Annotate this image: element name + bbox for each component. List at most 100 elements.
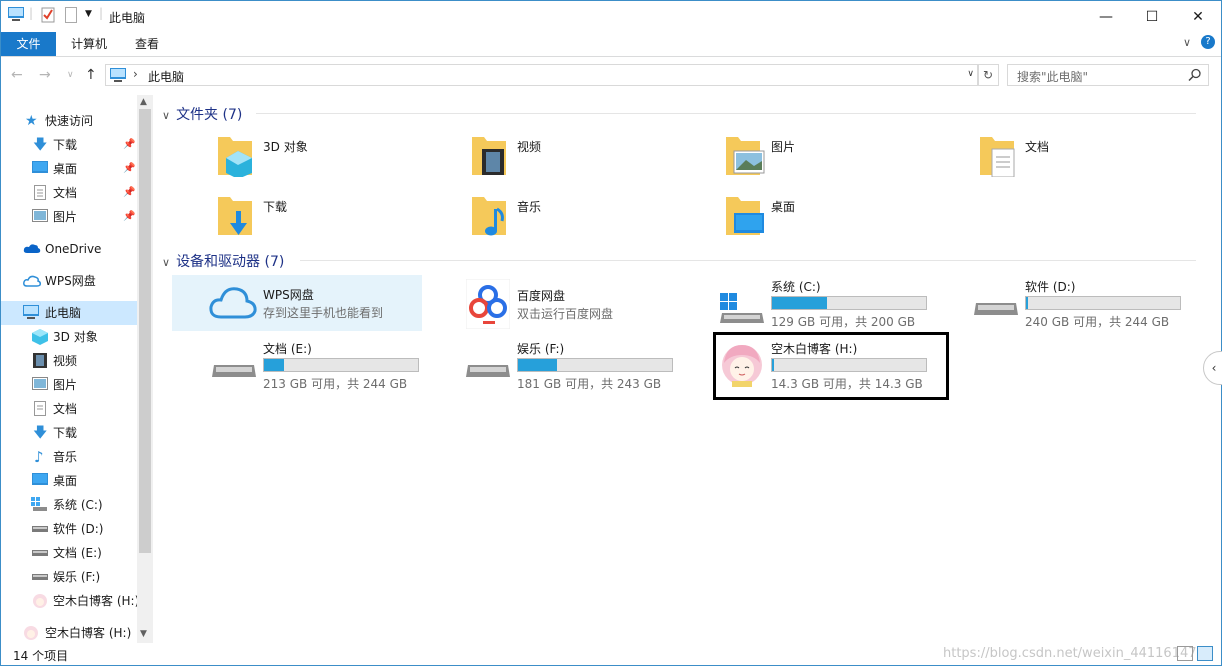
refresh-button[interactable]: ↻ xyxy=(977,64,999,86)
nav-pc-documents-label: 文档 xyxy=(53,402,78,416)
drive-h-tile[interactable]: 空木白博客 (H:) 14.3 GB 可用，共 14.3 GB xyxy=(718,337,948,393)
drives-group-header[interactable]: ∨ 设备和驱动器 (7) xyxy=(162,251,284,271)
wps-drive-tile[interactable]: WPS网盘 存到这里手机也能看到 xyxy=(172,275,422,331)
nav-quick-documents[interactable]: 文档 📌 xyxy=(1,181,137,205)
nav-this-pc[interactable]: 此电脑 xyxy=(1,301,137,325)
back-arrow-icon[interactable]: ← xyxy=(11,67,23,83)
nav-pc-downloads[interactable]: 🡇 下载 xyxy=(1,421,137,445)
folder-videos[interactable]: 视频 xyxy=(470,133,710,179)
folder-desktop[interactable]: 桌面 xyxy=(724,193,964,239)
folder-downloads[interactable]: 下载 xyxy=(216,193,456,239)
drive-e-usage-bar xyxy=(263,358,419,372)
drive-c-tile[interactable]: 系统 (C:) 129 GB 可用，共 200 GB xyxy=(718,275,958,331)
chevron-down-icon[interactable]: ∨ xyxy=(162,109,170,122)
nav-pc-3d-objects-label: 3D 对象 xyxy=(53,330,98,344)
up-arrow-icon[interactable]: ↑ xyxy=(85,67,97,83)
breadcrumb-this-pc[interactable]: 此电脑 xyxy=(148,68,184,85)
nav-wps-label: WPS网盘 xyxy=(45,274,96,288)
nav-pc-drive-f[interactable]: 娱乐 (F:) xyxy=(1,565,137,589)
nav-quick-pictures[interactable]: 图片 📌 xyxy=(1,205,137,229)
baidu-drive-tile[interactable]: 百度网盘 双击运行百度网盘 xyxy=(464,277,704,333)
folder-documents[interactable]: 文档 xyxy=(978,133,1198,179)
nav-pc-pictures[interactable]: 图片 xyxy=(1,373,137,397)
minimize-button[interactable]: — xyxy=(1083,1,1129,32)
nav-pc-3d-objects[interactable]: 3D 对象 xyxy=(1,325,137,349)
nav-pane-scrollbar[interactable]: ▲ ▼ xyxy=(137,95,153,643)
nav-this-pc-label: 此电脑 xyxy=(45,306,82,320)
properties-icon[interactable] xyxy=(41,7,55,23)
tab-file[interactable]: 文件 xyxy=(1,32,56,56)
document-icon xyxy=(34,401,46,416)
nav-wps[interactable]: WPS网盘 xyxy=(1,269,137,293)
folder-3d-objects[interactable]: 3D 对象 xyxy=(216,133,456,179)
forward-arrow-icon[interactable]: → xyxy=(39,67,51,83)
folder-downloads-label: 下载 xyxy=(263,200,288,214)
drive-e-name: 文档 (E:) xyxy=(263,342,312,356)
nav-pc-drive-h[interactable]: 空木白博客 (H:) xyxy=(1,589,139,613)
nav-pc-music[interactable]: ♪ 音乐 xyxy=(1,445,137,469)
nav-pc-downloads-label: 下载 xyxy=(53,426,78,440)
scroll-up-icon[interactable]: ▲ xyxy=(140,97,147,107)
folder-videos-label: 视频 xyxy=(517,140,542,154)
maximize-button[interactable]: ☐ xyxy=(1129,1,1175,32)
search-input[interactable]: 搜索"此电脑" xyxy=(1007,64,1209,86)
quick-toolbar-dropdown-icon[interactable]: ▼ xyxy=(85,9,92,19)
wps-cloud-icon xyxy=(209,287,257,319)
drive-f-usage-bar xyxy=(517,358,673,372)
close-button[interactable]: ✕ xyxy=(1175,1,1221,32)
scroll-down-icon[interactable]: ▼ xyxy=(140,629,147,639)
drive-d-info: 240 GB 可用，共 244 GB xyxy=(1025,315,1170,329)
drive-e-tile[interactable]: 文档 (E:) 213 GB 可用，共 244 GB xyxy=(210,337,450,393)
wps-drive-name: WPS网盘 xyxy=(263,288,314,302)
picture-icon xyxy=(32,377,48,390)
nav-quick-downloads-label: 下载 xyxy=(53,138,78,152)
folder-music-icon xyxy=(472,197,506,236)
anime-avatar-drive-icon xyxy=(33,594,47,608)
details-view-icon[interactable] xyxy=(1177,646,1193,661)
search-icon[interactable] xyxy=(1188,68,1202,82)
item-count: 14 个项目 xyxy=(13,649,69,663)
film-icon xyxy=(33,353,47,368)
chevron-down-icon[interactable]: ∨ xyxy=(162,256,170,269)
explorer-window: | ▼ | 此电脑 — ☐ ✕ 文件 计算机 查看 ∨ ? ← → ∨ ↑ › … xyxy=(0,0,1222,666)
nav-quick-pictures-label: 图片 xyxy=(53,210,78,224)
computer-icon[interactable] xyxy=(8,7,24,21)
nav-quick-downloads[interactable]: 🡇 下载 📌 xyxy=(1,133,137,157)
wps-cloud-icon xyxy=(23,275,41,287)
nav-pc-desktop[interactable]: 桌面 xyxy=(1,469,137,493)
drive-d-tile[interactable]: 软件 (D:) 240 GB 可用，共 244 GB xyxy=(972,275,1202,331)
address-bar[interactable]: › 此电脑 ∨ xyxy=(105,64,979,86)
drive-c-info: 129 GB 可用，共 200 GB xyxy=(771,315,916,329)
tab-view[interactable]: 查看 xyxy=(123,32,171,56)
title-divider-2: | xyxy=(99,6,104,20)
download-arrow-icon: 🡇 xyxy=(33,425,48,441)
address-dropdown-icon[interactable]: ∨ xyxy=(967,69,974,79)
nav-quick-desktop[interactable]: 桌面 📌 xyxy=(1,157,137,181)
nav-pc-documents[interactable]: 文档 xyxy=(1,397,137,421)
nav-quick-access[interactable]: ★ 快速访问 xyxy=(1,109,137,133)
navigation-bar: ← → ∨ ↑ › 此电脑 ∨ ↻ 搜索"此电脑" xyxy=(1,58,1221,93)
recent-dropdown-icon[interactable]: ∨ xyxy=(67,70,74,80)
nav-pc-videos[interactable]: 视频 xyxy=(1,349,137,373)
search-placeholder: 搜索"此电脑" xyxy=(1017,70,1089,84)
group-divider xyxy=(300,260,1196,261)
large-icons-view-icon[interactable] xyxy=(1197,646,1213,661)
wps-drive-desc: 存到这里手机也能看到 xyxy=(263,306,384,320)
ribbon-expand-icon[interactable]: ∨ xyxy=(1183,36,1191,49)
drive-f-tile[interactable]: 娱乐 (F:) 181 GB 可用，共 243 GB xyxy=(464,337,704,393)
nav-pc-drive-d[interactable]: 软件 (D:) xyxy=(1,517,137,541)
tab-computer[interactable]: 计算机 xyxy=(61,32,117,56)
breadcrumb-chevron-icon[interactable]: › xyxy=(133,67,138,81)
nav-onedrive[interactable]: OneDrive xyxy=(1,237,137,261)
nav-usb-drive-h[interactable]: 空木白博客 (H:) xyxy=(1,621,137,645)
folders-group-header[interactable]: ∨ 文件夹 (7) xyxy=(162,104,242,124)
scrollbar-thumb[interactable] xyxy=(139,109,151,553)
nav-pc-drive-e[interactable]: 文档 (E:) xyxy=(1,541,137,565)
nav-pc-videos-label: 视频 xyxy=(53,354,78,368)
folder-pictures[interactable]: 图片 xyxy=(724,133,964,179)
pin-icon: 📌 xyxy=(123,163,136,174)
nav-pc-drive-c[interactable]: 系统 (C:) xyxy=(1,493,137,517)
help-icon[interactable]: ? xyxy=(1201,35,1215,49)
folder-music[interactable]: 音乐 xyxy=(470,193,710,239)
new-folder-icon[interactable] xyxy=(65,7,77,23)
